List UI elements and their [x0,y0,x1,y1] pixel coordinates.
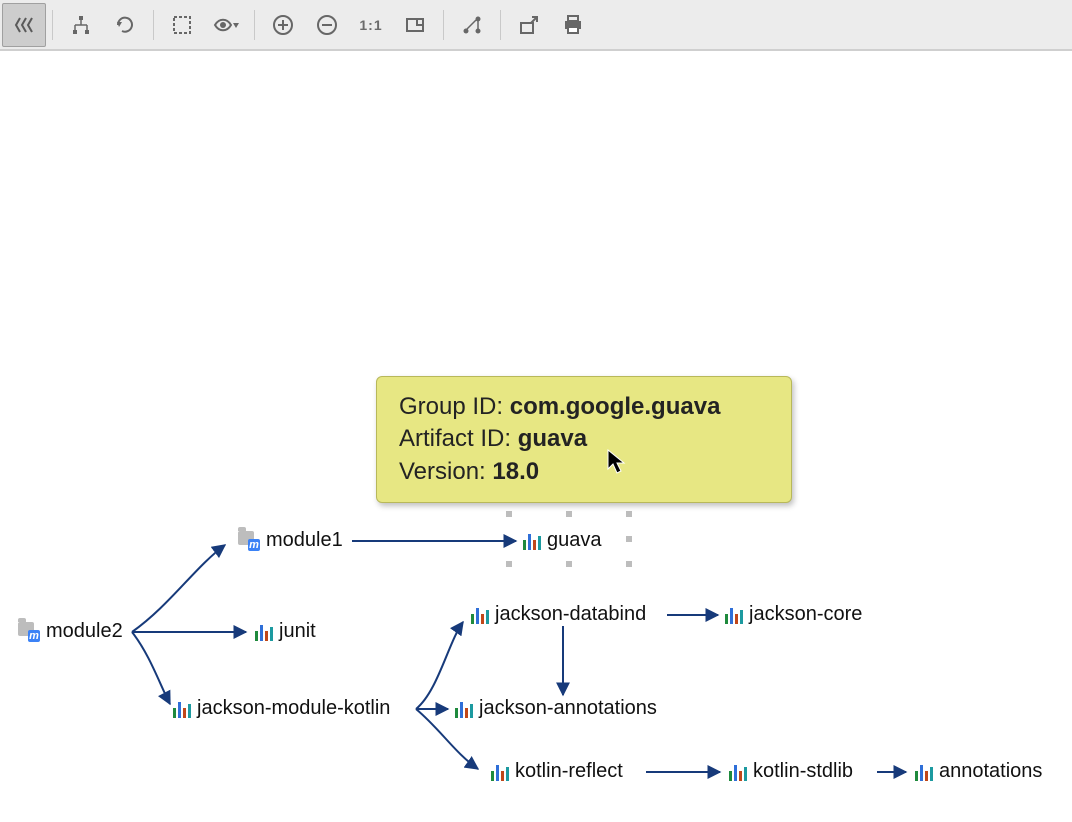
node-jackson-annotations[interactable]: jackson-annotations [455,697,657,720]
artifact-icon [173,700,191,718]
node-label: jackson-annotations [479,697,657,720]
artifact-icon [915,763,933,781]
collapse-button[interactable] [2,3,46,47]
collapse-icon [13,14,35,36]
toolbar: 1:1 [0,0,1072,51]
export-button[interactable] [507,3,551,47]
tooltip-group-value: com.google.guava [510,393,721,420]
node-label: annotations [939,760,1042,783]
print-button[interactable] [551,3,595,47]
route-edges-icon [461,14,483,36]
node-jackson-databind[interactable]: jackson-databind [471,603,646,626]
zoom-in-button[interactable] [261,3,305,47]
artifact-icon [729,763,747,781]
node-label: kotlin-stdlib [753,760,853,783]
tooltip-version-label: Version: [399,458,486,485]
node-label: module2 [46,620,123,643]
node-label: kotlin-reflect [515,760,623,783]
node-label: module1 [266,529,343,552]
toolbar-separator [443,10,444,40]
route-edges-button[interactable] [450,3,494,47]
zoom-in-icon [272,14,294,36]
node-jackson-module-kotlin[interactable]: jackson-module-kotlin [173,697,390,720]
artifact-icon [491,763,509,781]
artifact-icon [255,623,273,641]
refresh-button[interactable] [103,3,147,47]
node-jackson-core[interactable]: jackson-core [725,603,862,626]
diagram-canvas[interactable]: m module2 m module1 guava junit jackson-… [0,51,1072,822]
tree-layout-icon [70,14,92,36]
export-icon [518,14,540,36]
artifact-icon [471,606,489,624]
toolbar-separator [153,10,154,40]
zoom-out-button[interactable] [305,3,349,47]
actual-size-button[interactable]: 1:1 [349,3,393,47]
tooltip-group-label: Group ID: [399,393,503,420]
select-area-icon [171,14,193,36]
node-label: junit [279,620,316,643]
node-label: guava [547,529,602,552]
tooltip-version-value: 18.0 [492,458,539,485]
toolbar-separator [254,10,255,40]
node-module1[interactable]: m module1 [238,529,343,552]
node-kotlin-reflect[interactable]: kotlin-reflect [491,760,623,783]
tree-layout-button[interactable] [59,3,103,47]
node-junit[interactable]: junit [255,620,316,643]
toolbar-separator [52,10,53,40]
artifact-icon [523,532,541,550]
zoom-out-icon [316,14,338,36]
artifact-tooltip: Group ID: com.google.guava Artifact ID: … [376,376,792,503]
tooltip-artifact-value: guava [518,425,587,452]
visibility-button[interactable] [204,3,248,47]
node-kotlin-stdlib[interactable]: kotlin-stdlib [729,760,853,783]
module-icon: m [238,531,260,551]
tooltip-artifact-label: Artifact ID: [399,425,511,452]
fit-content-icon [404,14,426,36]
node-label: jackson-core [749,603,862,626]
refresh-icon [114,14,136,36]
artifact-icon [725,606,743,624]
print-icon [562,14,584,36]
select-area-button[interactable] [160,3,204,47]
eye-icon [213,14,239,36]
node-annotations[interactable]: annotations [915,760,1042,783]
toolbar-separator [500,10,501,40]
module-icon: m [18,622,40,642]
node-label: jackson-module-kotlin [197,697,390,720]
node-label: jackson-databind [495,603,646,626]
node-guava[interactable]: guava [523,529,602,552]
artifact-icon [455,700,473,718]
fit-content-button[interactable] [393,3,437,47]
node-module2[interactable]: m module2 [18,620,123,643]
